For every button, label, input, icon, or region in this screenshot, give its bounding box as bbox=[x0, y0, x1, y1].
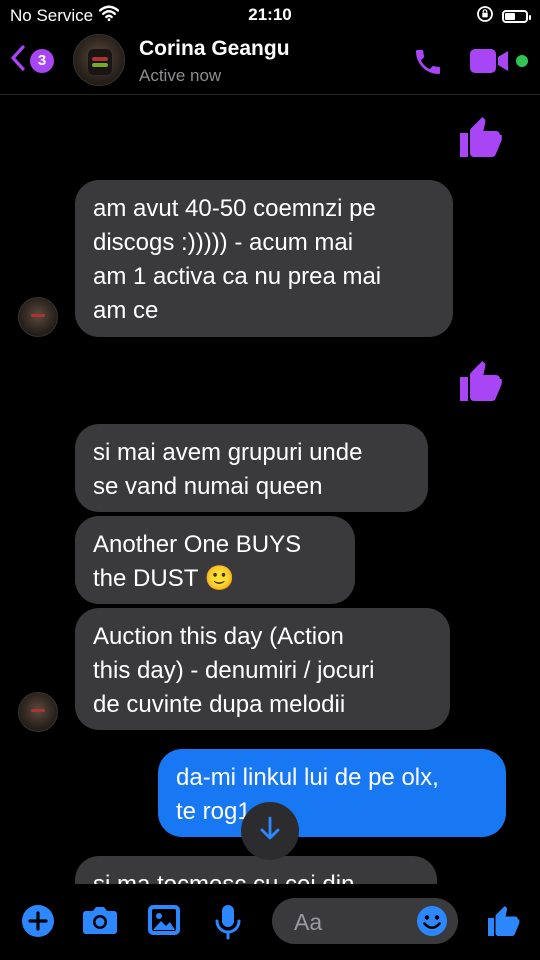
message-composer bbox=[0, 884, 540, 960]
scroll-to-bottom-button[interactable] bbox=[241, 802, 299, 860]
more-actions-button[interactable] bbox=[21, 904, 55, 943]
status-time: 21:10 bbox=[248, 5, 292, 24]
message-bubble-incoming[interactable]: si mai avem grupuri unde se vand numai q… bbox=[75, 424, 428, 512]
message-input-container[interactable] bbox=[272, 898, 458, 944]
plus-circle-icon bbox=[21, 905, 55, 942]
sender-avatar[interactable] bbox=[18, 297, 58, 337]
like-thumbs-up-icon bbox=[456, 112, 504, 167]
send-like-button[interactable] bbox=[485, 902, 521, 945]
image-icon bbox=[147, 905, 181, 940]
online-indicator bbox=[516, 55, 528, 67]
message-list[interactable]: am avut 40-50 coemnzi pe discogs :))))) … bbox=[0, 94, 540, 884]
contact-avatar[interactable] bbox=[73, 34, 125, 86]
back-button[interactable]: 3 bbox=[10, 44, 54, 77]
camera-button[interactable] bbox=[82, 904, 118, 941]
message-bubble-incoming[interactable]: am avut 40-50 coemnzi pe discogs :))))) … bbox=[75, 180, 453, 337]
message-bubble-outgoing[interactable]: da-mi linkul lui de pe olx, te rog1 bbox=[158, 749, 506, 837]
smiley-icon bbox=[416, 906, 448, 941]
microphone-icon bbox=[215, 905, 241, 944]
message-bubble-incoming[interactable]: Auction this day (Action this day) - den… bbox=[75, 608, 450, 730]
phone-icon bbox=[412, 50, 444, 82]
audio-call-button[interactable] bbox=[412, 46, 444, 83]
status-bar: No Service 21:10 bbox=[0, 0, 540, 30]
voice-message-button[interactable] bbox=[215, 904, 241, 945]
video-camera-icon bbox=[470, 49, 510, 78]
chevron-left-icon bbox=[10, 44, 26, 77]
gallery-button[interactable] bbox=[147, 904, 181, 941]
message-bubble-incoming[interactable]: Another One BUYS the DUST 🙂 bbox=[75, 516, 355, 604]
battery-icon bbox=[502, 10, 531, 23]
thumbs-up-icon bbox=[485, 906, 521, 944]
emoji-button[interactable] bbox=[416, 905, 448, 942]
sender-avatar[interactable] bbox=[18, 692, 58, 732]
arrow-down-icon bbox=[258, 816, 282, 847]
contact-name[interactable]: Corina Geangu bbox=[139, 37, 290, 61]
camera-icon bbox=[82, 907, 118, 940]
message-bubble-incoming[interactable]: si ma tocmesc cu cei din bbox=[75, 856, 437, 884]
unread-count-badge: 3 bbox=[30, 48, 54, 73]
message-input[interactable] bbox=[292, 906, 416, 938]
like-thumbs-up-icon bbox=[456, 356, 504, 411]
orientation-lock-icon bbox=[476, 5, 494, 28]
video-call-button[interactable] bbox=[470, 48, 510, 79]
conversation-header: 3 Corina Geangu Active now bbox=[0, 30, 540, 95]
contact-status: Active now bbox=[139, 66, 222, 85]
